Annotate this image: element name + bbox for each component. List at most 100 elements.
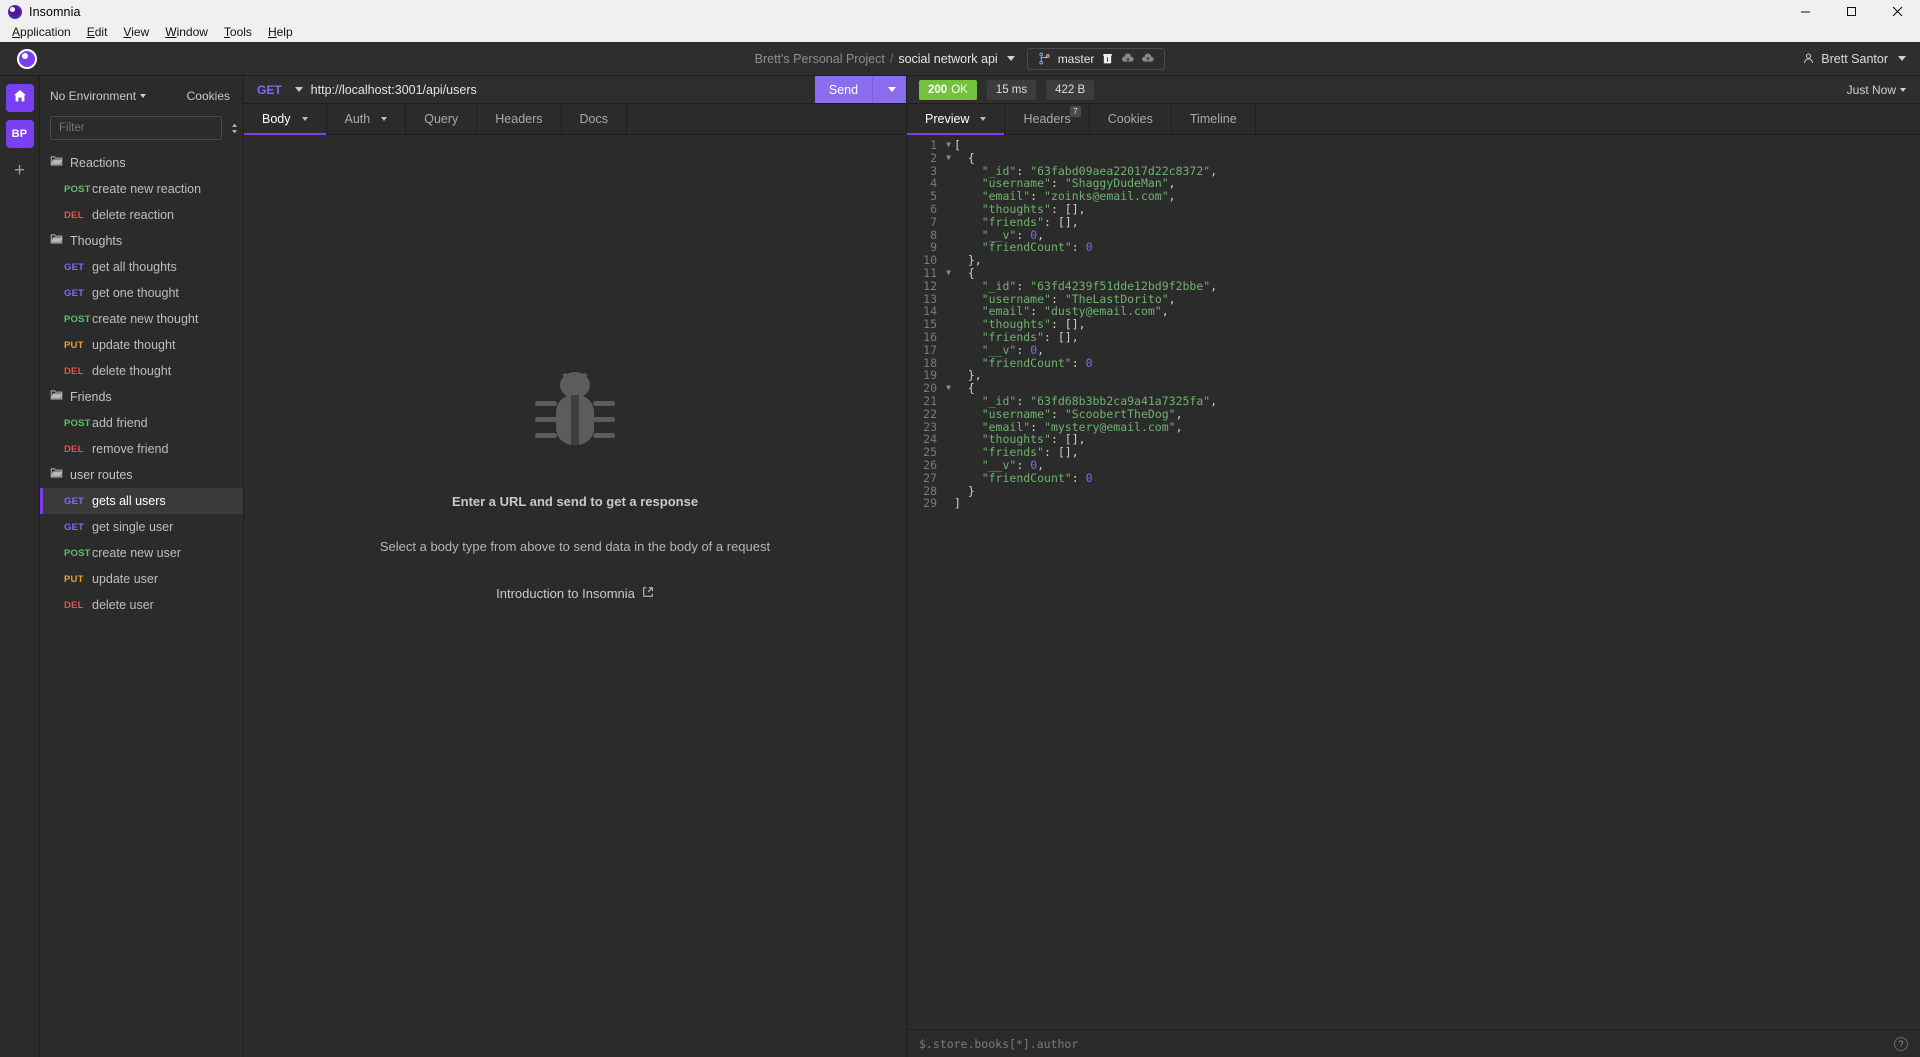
chevron-down-icon[interactable] <box>301 117 308 121</box>
project-initials: BP <box>11 128 28 140</box>
request-pane: GET Send Body Auth Query Headers Docs <box>244 76 907 1057</box>
filter-input[interactable] <box>50 116 222 140</box>
add-project-button[interactable]: + <box>6 156 34 184</box>
tab-label: Timeline <box>1189 112 1237 126</box>
chevron-down-icon[interactable] <box>140 94 147 98</box>
response-tabs: Preview Headers 7 Cookies Timeline <box>907 104 1920 135</box>
cloud-upload-icon[interactable] <box>1141 52 1154 65</box>
sidebar-request-delete-thought[interactable]: DEL delete thought <box>40 358 243 384</box>
tab-response-preview[interactable]: Preview <box>907 104 1006 135</box>
response-time-badge[interactable]: 15 ms <box>986 79 1037 100</box>
fold-toggle-icon[interactable]: ▼ <box>943 267 954 280</box>
menu-window[interactable]: Window <box>157 23 216 42</box>
sidebar-request-add-friend[interactable]: POST add friend <box>40 410 243 436</box>
response-size-badge[interactable]: 422 B <box>1046 79 1095 100</box>
home-button[interactable] <box>5 84 34 112</box>
tab-label: Body <box>262 112 291 126</box>
line-number: 25 <box>923 445 937 460</box>
trash-icon[interactable] <box>1101 52 1114 65</box>
request-empty-state: Enter a URL and send to get a response S… <box>244 135 906 1057</box>
sidebar-request-update-thought[interactable]: PUT update thought <box>40 332 243 358</box>
tab-response-headers[interactable]: Headers 7 <box>1005 104 1090 134</box>
bug-icon <box>525 365 625 466</box>
tab-request-headers[interactable]: Headers <box>477 104 562 134</box>
tab-request-body[interactable]: Body <box>244 104 327 135</box>
breadcrumb-project[interactable]: Brett's Personal Project <box>755 52 885 66</box>
cloud-download-icon[interactable] <box>1121 52 1134 65</box>
menu-tools[interactable]: Tools <box>216 23 260 42</box>
request-method-label: DEL <box>64 599 84 611</box>
chevron-down-icon[interactable] <box>1006 56 1015 61</box>
response-filter-bar: ? <box>907 1029 1920 1057</box>
sidebar-request-remove-friend[interactable]: DEL remove friend <box>40 436 243 462</box>
user-menu[interactable]: Brett Santor <box>1802 52 1906 66</box>
sidebar-folder-reactions[interactable]: Reactions <box>40 150 243 176</box>
sidebar-request-update-user[interactable]: PUT update user <box>40 566 243 592</box>
fold-toggle-icon[interactable]: ▼ <box>943 139 954 152</box>
line-number: 4 <box>930 176 937 191</box>
tab-request-query[interactable]: Query <box>406 104 478 134</box>
user-icon <box>1802 52 1815 65</box>
menu-edit[interactable]: Edit <box>79 23 116 42</box>
intro-link[interactable]: Introduction to Insomnia <box>496 586 654 601</box>
window-close-button[interactable] <box>1874 0 1920 23</box>
send-button[interactable]: Send <box>815 76 872 103</box>
sidebar-folder-friends[interactable]: Friends <box>40 384 243 410</box>
tab-label: Headers <box>1023 112 1071 126</box>
sidebar-request-gets-all-users[interactable]: GET gets all users <box>40 488 243 514</box>
sidebar-request-create-new-reaction[interactable]: POST create new reaction <box>40 176 243 202</box>
request-name-label: delete thought <box>92 364 172 378</box>
breadcrumb-workspace[interactable]: social network api <box>898 52 997 66</box>
tab-response-timeline[interactable]: Timeline <box>1172 104 1256 134</box>
tab-request-docs[interactable]: Docs <box>562 104 627 134</box>
fold-toggle-icon[interactable]: ▼ <box>943 382 954 395</box>
home-icon <box>12 88 28 109</box>
sidebar-request-delete-reaction[interactable]: DEL delete reaction <box>40 202 243 228</box>
jsonpath-filter-input[interactable] <box>919 1036 1894 1051</box>
sort-icon[interactable] <box>228 119 241 137</box>
breadcrumb[interactable]: Brett's Personal Project / social networ… <box>755 52 1015 66</box>
sidebar-request-create-new-user[interactable]: POST create new user <box>40 540 243 566</box>
git-branch-name: master <box>1057 51 1095 66</box>
request-method-label: GET <box>64 495 85 507</box>
cookies-button[interactable]: Cookies <box>187 89 230 103</box>
sidebar-folder-user-routes[interactable]: user routes <box>40 462 243 488</box>
chevron-down-icon[interactable] <box>294 87 303 92</box>
project-button[interactable]: BP <box>5 120 34 148</box>
status-badge[interactable]: 200 OK <box>919 79 977 100</box>
sidebar-folder-thoughts[interactable]: Thoughts <box>40 228 243 254</box>
json-code-view[interactable]: 1 ▼[2 ▼ {3 "_id": "63fabd09aea22017d22c837… <box>907 135 1920 1029</box>
method-selector[interactable]: GET <box>244 76 311 103</box>
git-branch-button[interactable]: master <box>1026 47 1166 70</box>
menu-application[interactable]: Application <box>4 23 79 42</box>
tab-request-auth[interactable]: Auth <box>327 104 407 134</box>
request-name-label: add friend <box>92 416 148 430</box>
chevron-down-icon[interactable] <box>381 117 388 121</box>
question-mark-icon[interactable]: ? <box>1894 1036 1908 1051</box>
code-text: { <box>967 265 975 280</box>
intro-link-label: Introduction to Insomnia <box>496 586 635 601</box>
sidebar-request-create-new-thought[interactable]: POST create new thought <box>40 306 243 332</box>
folder-label: Friends <box>70 390 112 404</box>
line-number: 2 <box>930 150 937 165</box>
menu-help[interactable]: Help <box>260 23 301 42</box>
url-input[interactable] <box>310 76 815 103</box>
fold-toggle-icon[interactable]: ▼ <box>943 152 954 165</box>
chevron-down-icon[interactable] <box>1898 56 1906 61</box>
sidebar-request-get-single-user[interactable]: GET get single user <box>40 514 243 540</box>
environment-selector[interactable]: No Environment <box>50 89 147 103</box>
tab-response-cookies[interactable]: Cookies <box>1090 104 1172 134</box>
send-options-button[interactable] <box>872 76 906 103</box>
chevron-down-icon[interactable] <box>980 117 987 121</box>
window-minimize-button[interactable] <box>1782 0 1828 23</box>
sidebar-request-get-one-thought[interactable]: GET get one thought <box>40 280 243 306</box>
response-timestamp[interactable]: Just Now <box>1847 83 1906 97</box>
chevron-down-icon[interactable] <box>1900 87 1906 92</box>
menu-view[interactable]: View <box>115 23 157 42</box>
window-maximize-button[interactable] <box>1828 0 1874 23</box>
sidebar-request-get-all-thoughts[interactable]: GET get all thoughts <box>40 254 243 280</box>
sidebar-request-delete-user[interactable]: DEL delete user <box>40 592 243 618</box>
